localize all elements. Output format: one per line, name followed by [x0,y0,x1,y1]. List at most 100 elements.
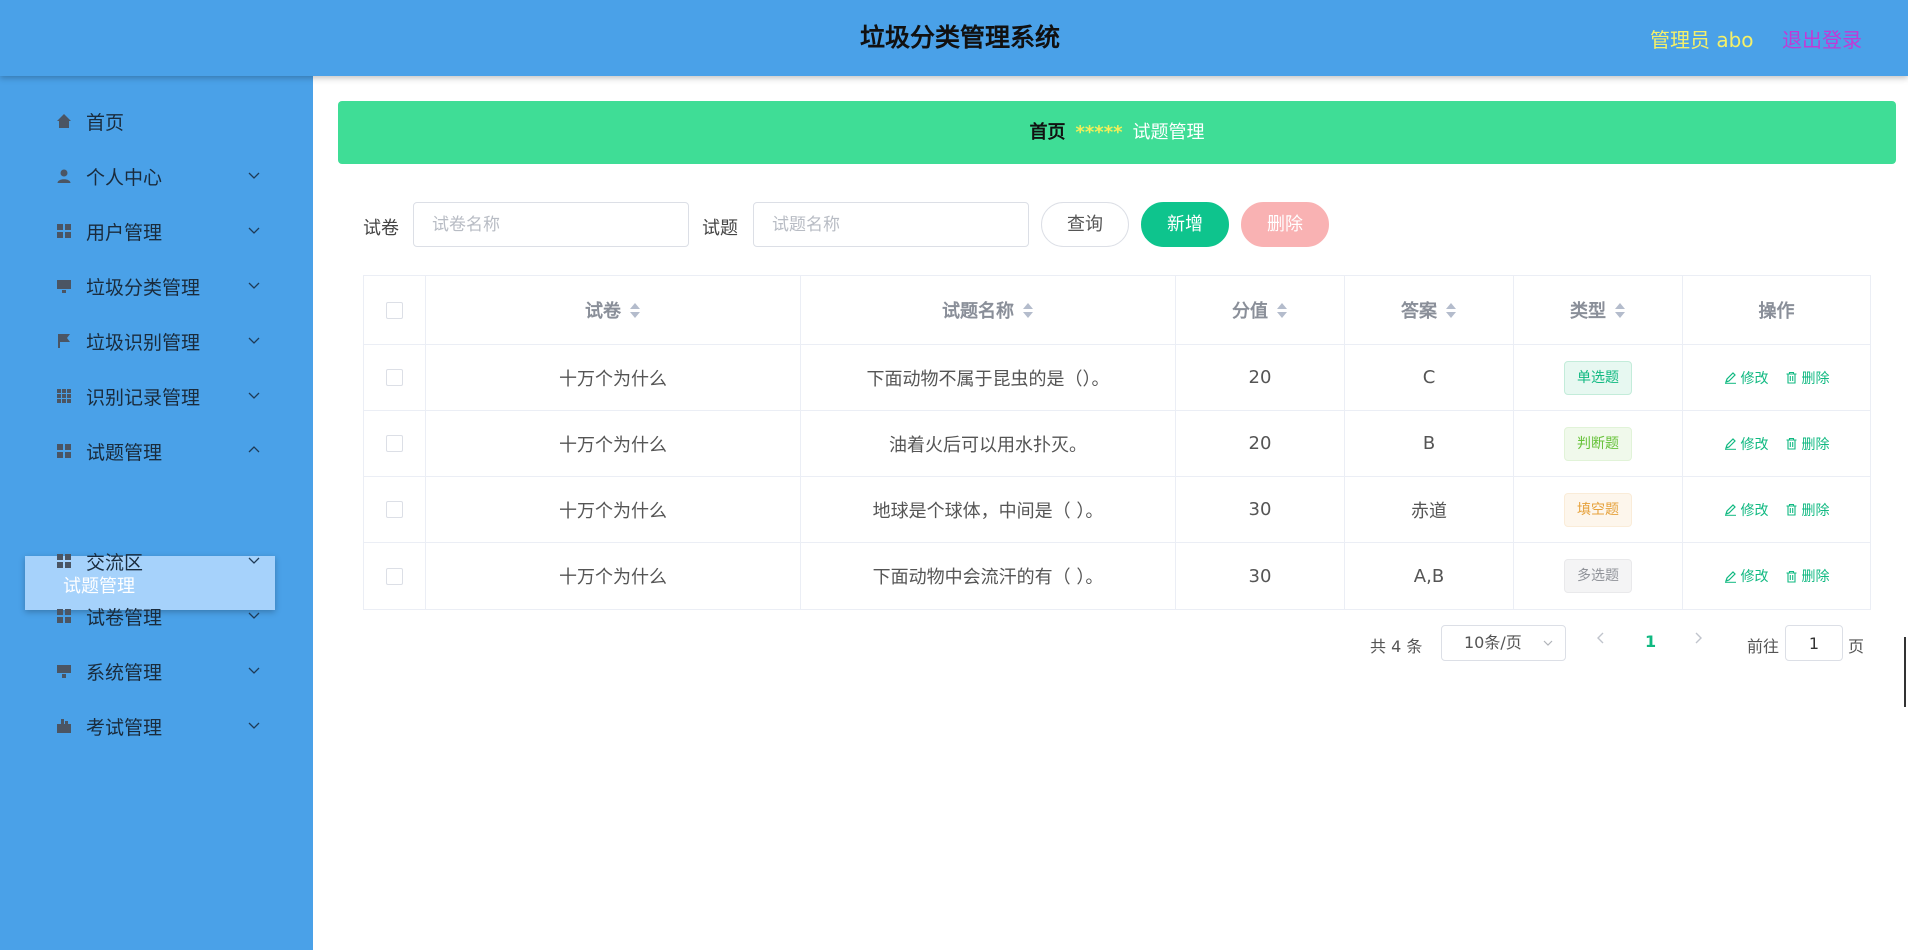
cell-score: 30 [1176,543,1345,609]
cell-answer: B [1345,411,1514,476]
breadcrumb-current: 试题管理 [1132,122,1205,143]
question-name-input[interactable] [753,202,1029,247]
scrollbar-edge[interactable] [1904,637,1906,707]
cell-answer: C [1345,345,1514,410]
edit-icon [1724,438,1736,450]
next-page-icon[interactable] [1691,631,1705,645]
delete-label: 删除 [1801,370,1830,387]
cell-score: 30 [1176,477,1345,542]
sidebar-item-recognition-records[interactable]: 识别记录管理 [0,375,313,415]
edit-label: 修改 [1740,370,1769,387]
edit-button[interactable]: 修改 [1724,434,1769,454]
type-tag: 判断题 [1564,426,1632,461]
cell-actions: 修改 删除 [1683,345,1870,410]
header-label: 试卷 [585,301,621,322]
cell-actions: 修改 删除 [1683,543,1870,609]
header-score[interactable]: 分值 [1176,276,1345,344]
select-all-cell [364,276,426,344]
logout-link[interactable]: 退出登录 [1782,24,1862,53]
cell-actions: 修改 删除 [1683,477,1870,542]
row-checkbox[interactable] [386,567,403,585]
breadcrumb-home[interactable]: 首页 [1029,122,1065,143]
delete-button[interactable]: 删除 [1785,500,1830,520]
sidebar-item-user-management[interactable]: 用户管理 [0,210,313,250]
delete-button[interactable]: 删除 [1785,566,1830,586]
row-select-cell [364,477,426,542]
prev-page-icon[interactable] [1594,631,1608,645]
cell-question: 下面动物不属于昆虫的是（）。 [801,345,1176,410]
edit-button[interactable]: 修改 [1724,566,1769,586]
row-checkbox[interactable] [386,501,403,518]
sidebar-item-system-management[interactable]: 系统管理 [0,650,313,690]
page-number-current[interactable]: 1 [1645,632,1656,651]
trash-icon [1786,570,1796,583]
paper-filter-label: 试卷 [363,218,399,239]
grid-icon [57,224,71,238]
select-all-checkbox[interactable] [386,301,403,319]
sidebar-item-garbage-category[interactable]: 垃圾分类管理 [0,265,313,305]
sidebar-item-personal-center[interactable]: 个人中心 [0,155,313,195]
sidebar-item-home[interactable]: 首页 [0,100,313,140]
query-button[interactable]: 查询 [1041,202,1129,247]
chevron-down-icon [248,667,260,674]
header-label: 答案 [1401,301,1437,322]
cell-paper: 十万个为什么 [426,411,801,476]
chevron-down-icon [248,722,260,729]
batch-delete-button[interactable]: 删除 [1241,202,1329,247]
delete-button[interactable]: 删除 [1785,434,1830,454]
cell-question: 下面动物中会流汗的有（ ）。 [801,543,1176,609]
sidebar-item-exam-management[interactable]: 考试管理 [0,705,313,745]
breadcrumb: 首页 ***** 试题管理 [338,101,1896,164]
grid-icon [57,554,71,568]
sidebar-item-paper-management[interactable]: 试卷管理 [0,595,313,635]
cell-type: 填空题 [1514,477,1683,542]
flag-icon [58,334,70,348]
grid-icon [57,389,71,403]
exam-icon [57,719,71,733]
grid-icon [57,609,71,623]
header-label: 类型 [1570,301,1606,322]
delete-button[interactable]: 删除 [1785,368,1830,388]
header-paper[interactable]: 试卷 [426,276,801,344]
sidebar-item-label: 垃圾识别管理 [86,332,201,354]
monitor-icon [57,280,71,293]
chevron-down-icon [248,282,260,289]
sidebar-item-forum[interactable]: 交流区 [0,540,313,580]
sort-icon[interactable] [629,301,641,319]
sort-icon[interactable] [1445,301,1457,319]
sort-icon[interactable] [1276,301,1288,319]
row-select-cell [364,543,426,609]
grid-icon [57,444,71,458]
monitor-icon [57,665,71,678]
type-tag: 多选题 [1564,559,1632,593]
sort-icon[interactable] [1614,301,1626,319]
goto-page-input[interactable] [1785,625,1843,661]
row-select-cell [364,345,426,410]
chevron-down-icon [248,557,260,564]
header-question[interactable]: 试题名称 [801,276,1176,344]
header-type[interactable]: 类型 [1514,276,1683,344]
trash-icon [1786,503,1796,516]
edit-icon [1724,504,1736,516]
question-filter-label: 试题 [702,218,738,239]
row-checkbox[interactable] [386,435,403,452]
sidebar-item-label: 试卷管理 [86,607,163,629]
row-checkbox[interactable] [386,369,403,386]
header-actions: 操作 [1683,276,1870,344]
edit-button[interactable]: 修改 [1724,500,1769,520]
header-answer[interactable]: 答案 [1345,276,1514,344]
edit-button[interactable]: 修改 [1724,368,1769,388]
page-size-select[interactable]: 10条/页 [1441,625,1566,661]
sort-icon[interactable] [1022,301,1034,319]
table-header-row: 试卷 试题名称 分值 答案 类型 操作 [364,276,1870,345]
paper-name-input[interactable] [413,202,689,247]
top-header: 垃圾分类管理系统 管理员 abo 退出登录 [0,0,1908,76]
edit-label: 修改 [1740,502,1769,519]
add-button[interactable]: 新增 [1141,202,1229,247]
chevron-down-icon [248,172,260,179]
cell-question: 地球是个球体，中间是（ ）。 [801,477,1176,542]
sidebar-item-question-management[interactable]: 试题管理 [0,430,313,470]
sidebar-item-garbage-recognition[interactable]: 垃圾识别管理 [0,320,313,360]
cell-answer: 赤道 [1345,477,1514,542]
edit-icon [1724,570,1736,583]
